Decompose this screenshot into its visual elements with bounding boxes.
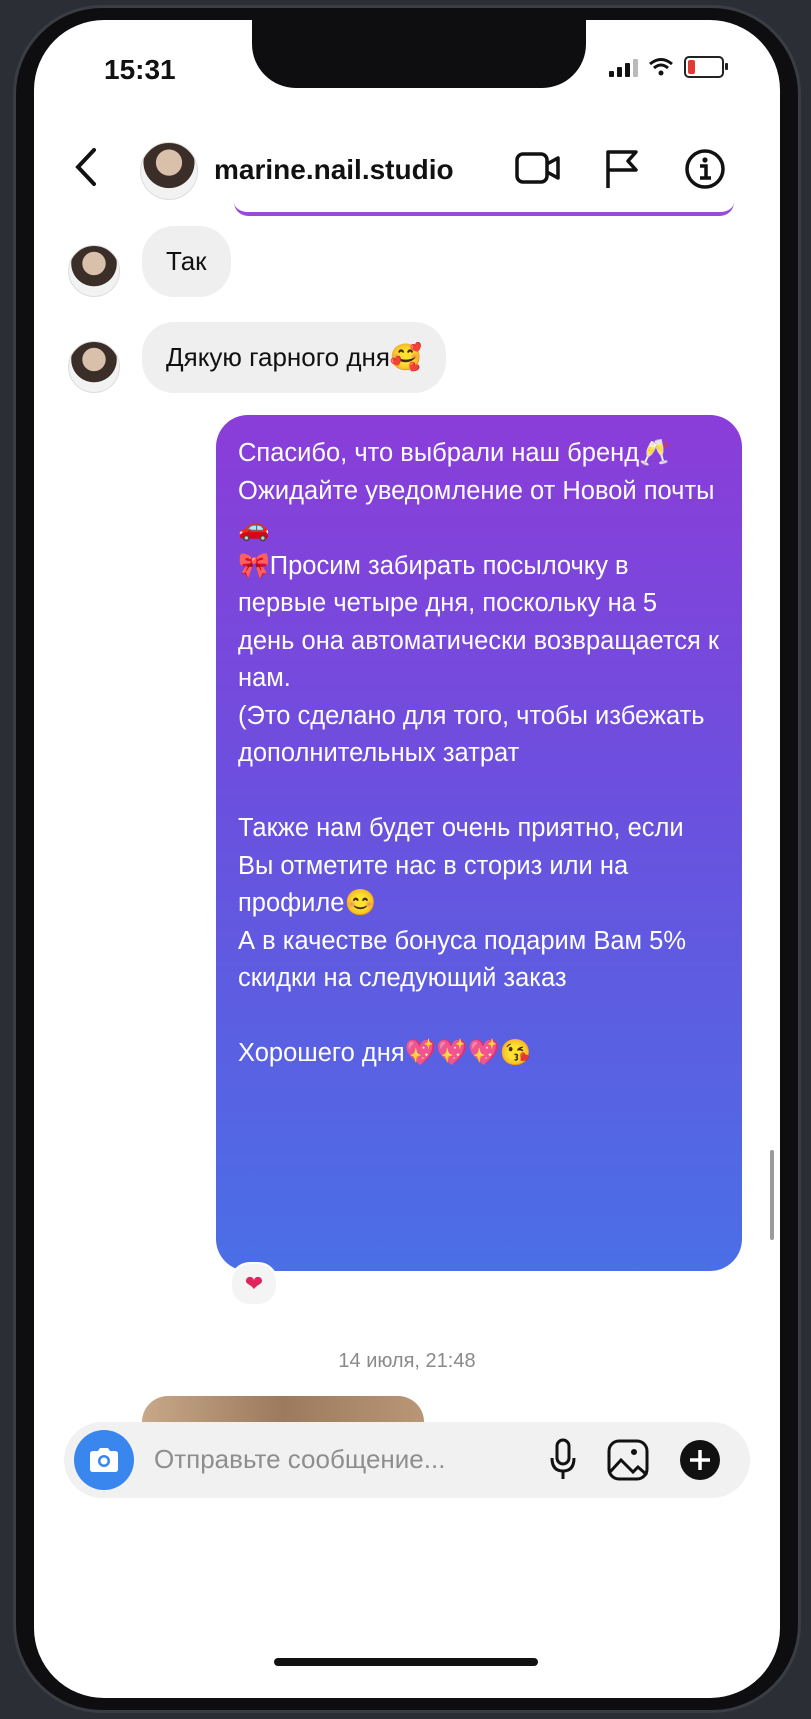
status-icons: [609, 56, 728, 78]
back-chevron-icon[interactable]: [70, 142, 100, 202]
video-call-icon[interactable]: [514, 148, 562, 188]
gallery-icon[interactable]: [606, 1438, 650, 1482]
camera-icon[interactable]: [74, 1430, 134, 1490]
phone-frame: 15:31 marine.nail.studio Так Дякую гарно…: [16, 8, 798, 1710]
status-time: 15:31: [104, 54, 176, 85]
avatar[interactable]: [140, 142, 198, 200]
signal-icon: [609, 57, 638, 77]
previous-message-edge: [234, 200, 734, 216]
battery-icon: [684, 56, 728, 78]
heart-reaction-icon[interactable]: ❤: [230, 1262, 278, 1306]
home-indicator[interactable]: [274, 1658, 538, 1666]
chat-header: marine.nail.studio: [34, 130, 780, 210]
outgoing-message-bubble[interactable]: Спасибо, что выбрали наш бренд🥂 Ожидайте…: [216, 415, 742, 1271]
sender-avatar[interactable]: [68, 341, 120, 393]
scrollbar[interactable]: [770, 1150, 774, 1240]
incoming-message-bubble[interactable]: Так: [142, 226, 231, 297]
sender-avatar[interactable]: [68, 245, 120, 297]
notch: [252, 20, 586, 88]
flag-icon[interactable]: [602, 148, 642, 190]
wifi-icon: [649, 58, 673, 76]
incoming-message-row: Так: [68, 226, 231, 297]
incoming-message-bubble[interactable]: Дякую гарного дня🥰: [142, 322, 447, 393]
screen: 15:31 marine.nail.studio Так Дякую гарно…: [34, 20, 780, 1698]
date-separator: 14 июля, 21:48: [338, 1350, 476, 1372]
message-composer: Отправьте сообщение...: [64, 1422, 750, 1498]
chat-username[interactable]: marine.nail.studio: [214, 154, 454, 186]
incoming-message-row: Дякую гарного дня🥰: [68, 322, 447, 393]
info-icon[interactable]: [684, 148, 726, 190]
message-input[interactable]: Отправьте сообщение...: [154, 1444, 445, 1475]
microphone-icon[interactable]: [548, 1438, 578, 1482]
plus-icon[interactable]: [678, 1438, 722, 1482]
